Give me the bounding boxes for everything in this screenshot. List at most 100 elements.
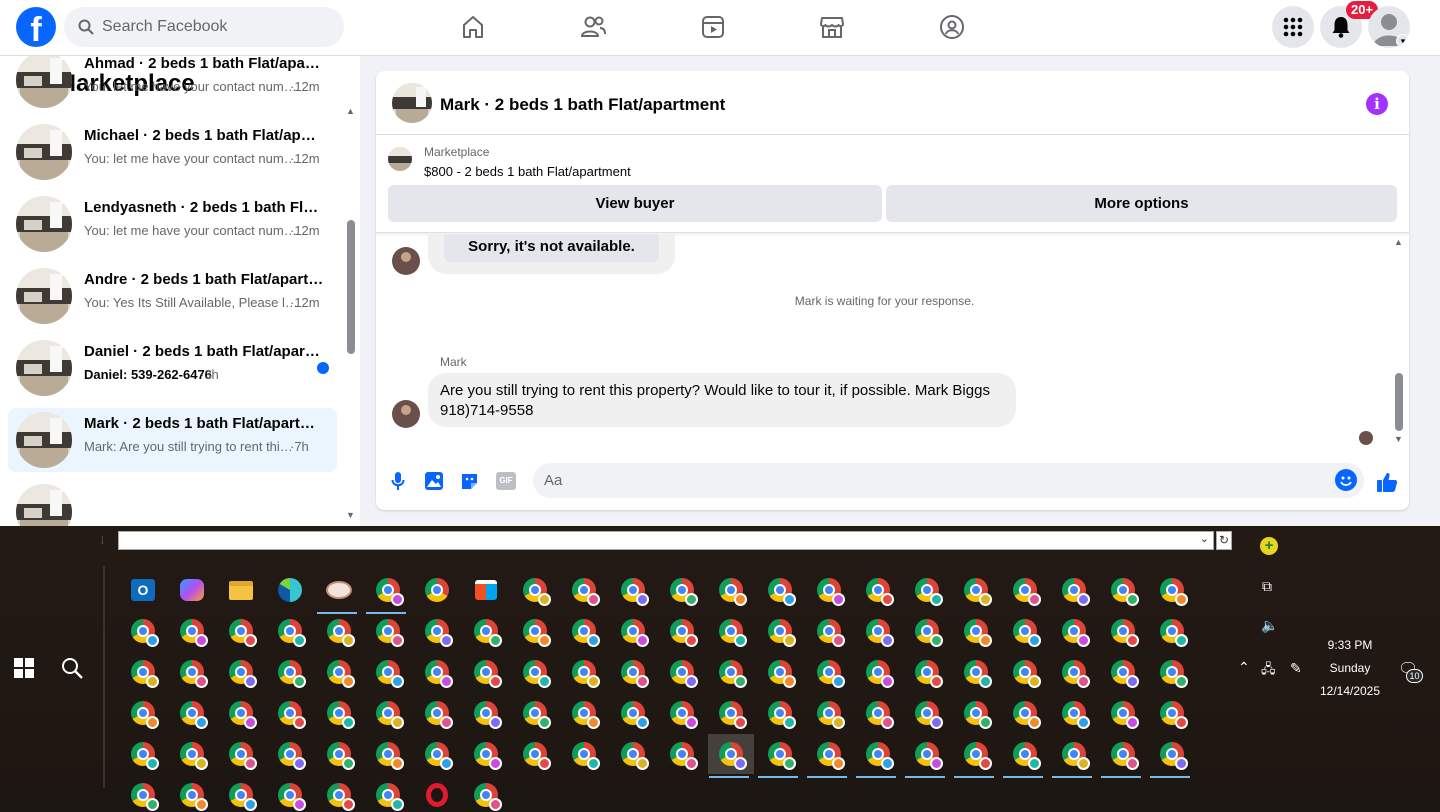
chrome-profile-icon[interactable]	[666, 574, 698, 606]
chrome-profile-icon[interactable]	[127, 697, 159, 729]
chrome-profile-icon[interactable]	[176, 779, 208, 811]
chrome-profile-icon[interactable]	[960, 615, 992, 647]
taskbar-search-icon[interactable]	[60, 656, 84, 685]
chrome-profile-icon[interactable]	[323, 738, 355, 770]
chrome-profile-icon[interactable]	[470, 697, 502, 729]
info-icon[interactable]: i	[1366, 93, 1388, 115]
chrome-profile-icon[interactable]	[666, 615, 698, 647]
chrome-profile-icon[interactable]	[1156, 615, 1188, 647]
chrome-profile-icon[interactable]	[813, 656, 845, 688]
chrome-profile-icon[interactable]	[323, 656, 355, 688]
thumbs-up-icon[interactable]	[1375, 470, 1399, 494]
photo-icon[interactable]	[423, 470, 445, 492]
chrome-profile-icon[interactable]	[862, 574, 894, 606]
chrome-profile-icon[interactable]	[862, 656, 894, 688]
chrome-profile-icon[interactable]	[470, 615, 502, 647]
address-toolbar-input[interactable]: ⌄	[118, 531, 1214, 550]
chrome-profile-icon[interactable]	[764, 697, 796, 729]
chrome-profile-icon[interactable]	[323, 615, 355, 647]
home-icon[interactable]	[456, 10, 490, 44]
chrome-profile-icon[interactable]	[1058, 615, 1090, 647]
chrome-profile-icon[interactable]	[1156, 697, 1188, 729]
chrome-profile-icon[interactable]	[813, 574, 845, 606]
chrome-profile-icon[interactable]	[617, 738, 649, 770]
chrome-profile-icon[interactable]	[470, 738, 502, 770]
chrome-profile-icon[interactable]	[862, 738, 894, 770]
conversation-item[interactable]: Lendyasneth · 2 beds 1 bath Flat/apartme…	[8, 192, 337, 256]
chrome-profile-icon[interactable]	[176, 615, 208, 647]
meet-now-icon[interactable]: ⧉	[1262, 578, 1272, 595]
chrome-profile-icon[interactable]	[176, 656, 208, 688]
chrome-profile-icon[interactable]	[421, 738, 453, 770]
conversation-item[interactable]: Andre · 2 beds 1 bath Flat/apartment You:…	[8, 264, 337, 328]
chrome-profile-icon[interactable]	[715, 574, 747, 606]
friends-icon[interactable]	[576, 10, 610, 44]
chrome-profile-icon[interactable]	[274, 779, 306, 811]
chrome-profile-icon[interactable]	[127, 738, 159, 770]
clock-day[interactable]: Sunday	[1312, 661, 1388, 675]
refresh-icon[interactable]: ↻	[1216, 531, 1232, 550]
chrome-profile-icon[interactable]	[1107, 697, 1139, 729]
edge-icon[interactable]	[274, 574, 306, 606]
chrome-profile-icon[interactable]	[666, 697, 698, 729]
chrome-profile-icon[interactable]	[372, 656, 404, 688]
chrome-profile-icon[interactable]	[960, 697, 992, 729]
chrome-profile-icon[interactable]	[1009, 738, 1041, 770]
chrome-profile-icon[interactable]	[372, 615, 404, 647]
conversation-item[interactable]: Daniel · 2 beds 1 bath Flat/apartment Dan…	[8, 336, 337, 400]
conversation-item[interactable]: Michael · 2 beds 1 bath Flat/apartment Yo…	[8, 120, 337, 184]
opera-icon[interactable]	[421, 779, 453, 811]
facebook-logo-icon[interactable]: f	[16, 7, 56, 47]
chrome-profile-icon[interactable]	[225, 697, 257, 729]
chrome-profile-icon[interactable]	[225, 738, 257, 770]
chrome-profile-icon[interactable]	[519, 615, 551, 647]
chrome-profile-icon[interactable]	[568, 697, 600, 729]
chrome-profile-icon[interactable]	[617, 615, 649, 647]
outlook-icon[interactable]: O	[127, 574, 159, 606]
chrome-profile-icon[interactable]	[911, 615, 943, 647]
chrome-profile-icon[interactable]	[372, 574, 404, 606]
chrome-profile-icon[interactable]	[421, 697, 453, 729]
network-icon[interactable]: 🖧	[1261, 660, 1276, 682]
microphone-icon[interactable]	[387, 470, 409, 492]
chrome-profile-icon[interactable]	[176, 697, 208, 729]
chrome-profile-icon[interactable]	[1156, 738, 1188, 770]
scroll-down-icon[interactable]: ▼	[346, 510, 355, 520]
chrome-profile-icon[interactable]	[813, 738, 845, 770]
volume-icon[interactable]: 🔈	[1261, 617, 1278, 634]
chrome-profile-icon[interactable]	[1058, 697, 1090, 729]
show-hidden-icons-chevron-icon[interactable]: ⌃	[1238, 659, 1250, 676]
chrome-profile-icon[interactable]	[666, 738, 698, 770]
chrome-profile-icon[interactable]	[1107, 615, 1139, 647]
chrome-profile-icon[interactable]	[372, 738, 404, 770]
chrome-profile-icon[interactable]	[225, 615, 257, 647]
more-options-button[interactable]: More options	[886, 185, 1397, 222]
chrome-profile-icon[interactable]	[1107, 738, 1139, 770]
chrome-profile-icon[interactable]	[274, 697, 306, 729]
chrome-profile-icon[interactable]	[568, 615, 600, 647]
chrome-profile-icon[interactable]	[715, 656, 747, 688]
chrome-profile-icon[interactable]	[1009, 574, 1041, 606]
chrome-profile-icon[interactable]	[1156, 656, 1188, 688]
chat-scrollbar[interactable]	[1395, 373, 1403, 431]
chrome-profile-icon[interactable]	[715, 615, 747, 647]
chrome-profile-icon[interactable]	[617, 697, 649, 729]
chrome-profile-icon[interactable]	[1156, 574, 1188, 606]
chrome-profile-icon[interactable]	[708, 734, 754, 774]
chrome-icon[interactable]	[421, 574, 453, 606]
chrome-profile-icon[interactable]	[911, 738, 943, 770]
search-input[interactable]: Search Facebook	[64, 7, 344, 47]
chrome-profile-icon[interactable]	[568, 656, 600, 688]
emoji-icon[interactable]	[1335, 469, 1357, 491]
chrome-profile-icon[interactable]	[1009, 697, 1041, 729]
chrome-profile-icon[interactable]	[960, 738, 992, 770]
scroll-down-icon[interactable]: ▼	[1394, 434, 1403, 444]
tray-app-icon[interactable]: +	[1260, 537, 1278, 555]
chrome-profile-icon[interactable]	[519, 697, 551, 729]
sidebar-scrollbar[interactable]	[347, 220, 355, 354]
chrome-profile-icon[interactable]	[911, 656, 943, 688]
microsoft-store-icon[interactable]	[470, 574, 502, 606]
chrome-profile-icon[interactable]	[715, 697, 747, 729]
chrome-profile-icon[interactable]	[911, 574, 943, 606]
chrome-profile-icon[interactable]	[225, 779, 257, 811]
